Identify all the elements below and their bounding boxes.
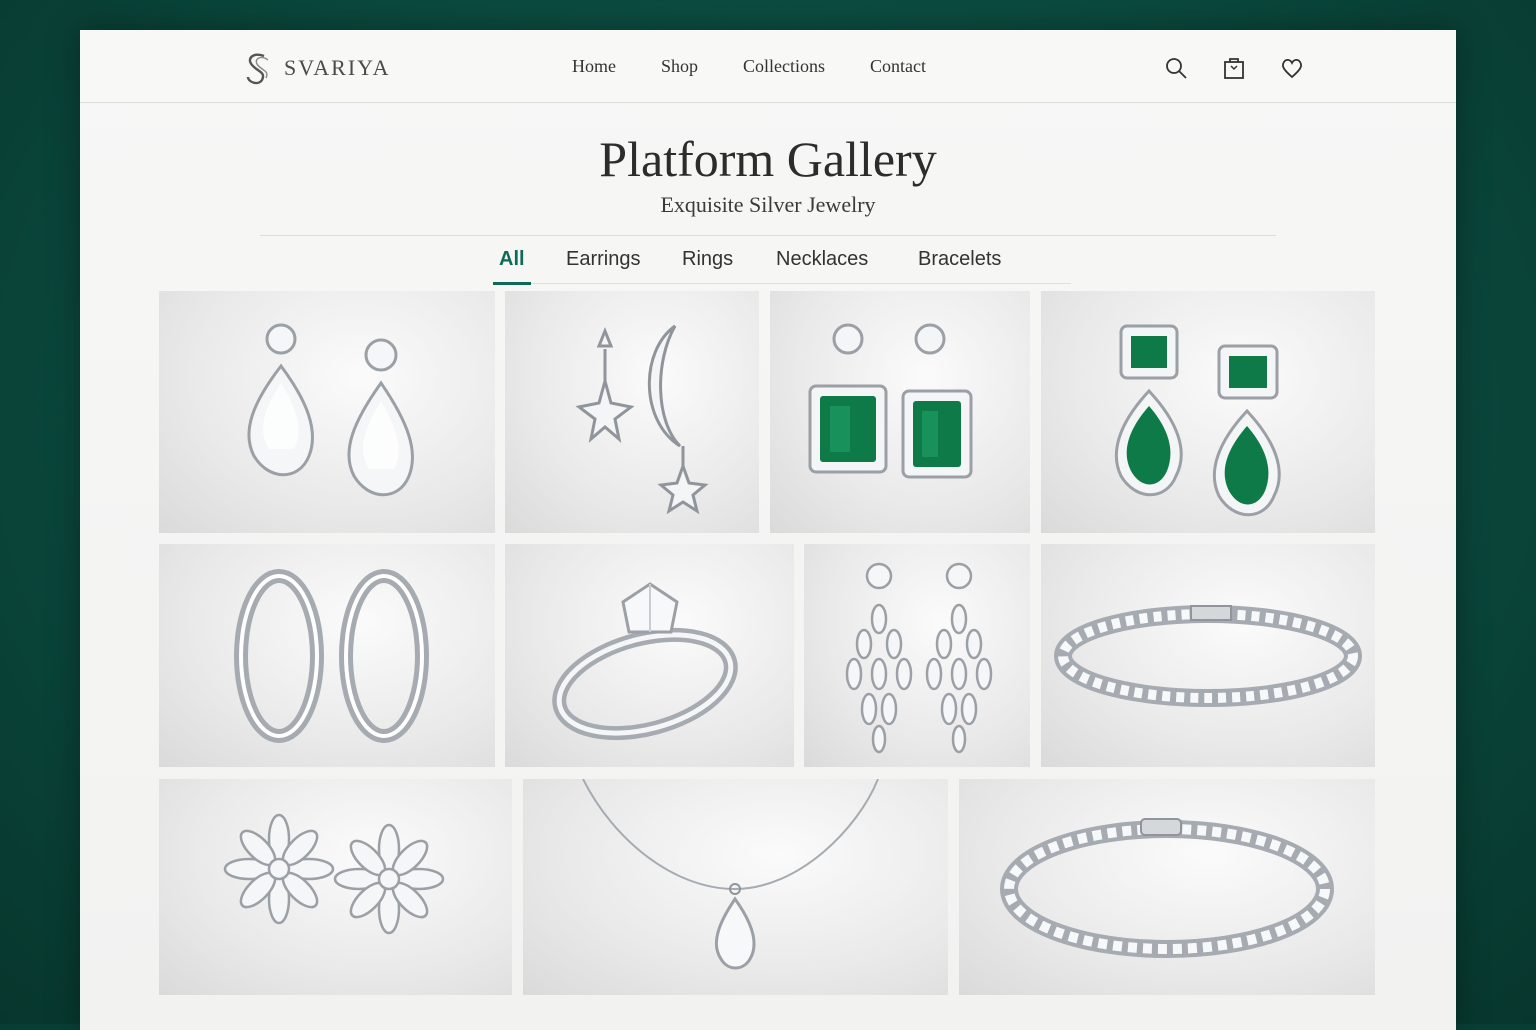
main-nav: Home Shop Collections Contact: [572, 56, 971, 77]
filter-divider: [531, 283, 1071, 284]
search-icon[interactable]: [1164, 56, 1188, 80]
emerald-earrings-image: [808, 323, 973, 479]
gallery-item-hoop-earrings[interactable]: [159, 544, 495, 767]
emerald-pear-earrings-image: [1114, 324, 1281, 517]
active-filter-indicator: [493, 282, 531, 285]
tennis-bracelet-image: [1054, 605, 1362, 707]
s-monogram-icon: [246, 53, 269, 85]
filter-earrings[interactable]: Earrings: [566, 248, 640, 271]
nav-home[interactable]: Home: [572, 56, 616, 77]
page-container: SVARIYA Home Shop Collections Contact Pl…: [80, 30, 1456, 1030]
gallery-item-emerald-pear-earrings[interactable]: [1041, 291, 1375, 533]
nav-shop[interactable]: Shop: [661, 56, 698, 77]
site-header: SVARIYA Home Shop Collections Contact: [80, 30, 1456, 103]
gallery-item-moon-star-earrings[interactable]: [505, 291, 759, 533]
gallery-item-flower-studs[interactable]: [159, 779, 512, 995]
pendant-necklace-image: [582, 779, 879, 970]
teardrop-earrings-image: [247, 323, 414, 497]
gallery-item-tennis-bracelet[interactable]: [1041, 544, 1375, 767]
filter-necklaces[interactable]: Necklaces: [776, 248, 868, 271]
filter-bracelets[interactable]: Bracelets: [918, 248, 1001, 271]
gallery-item-chandelier-earrings[interactable]: [804, 544, 1030, 767]
heart-icon[interactable]: [1280, 56, 1304, 80]
section-divider: [260, 235, 1276, 236]
hoop-earrings-image: [234, 569, 429, 743]
chandelier-earrings-image: [845, 562, 993, 754]
nav-collections[interactable]: Collections: [743, 56, 825, 77]
header-actions: [1164, 56, 1338, 80]
gallery-item-solitaire-ring[interactable]: [505, 544, 794, 767]
page-subtitle: Exquisite Silver Jewelry: [660, 192, 876, 217]
filter-all[interactable]: All: [499, 248, 525, 271]
nav-contact[interactable]: Contact: [870, 56, 926, 77]
gallery-item-pendant-necklace[interactable]: [523, 779, 948, 995]
gallery-item-round-tennis-bracelet[interactable]: [959, 779, 1375, 995]
moon-star-earrings-image: [575, 324, 709, 515]
gallery-item-teardrop-earrings[interactable]: [159, 291, 495, 533]
round-tennis-bracelet-image: [1000, 818, 1334, 958]
brand-logo[interactable]: SVARIYA: [240, 50, 391, 86]
brand-name: SVARIYA: [284, 55, 391, 80]
solitaire-ring-image: [552, 582, 738, 741]
filter-rings[interactable]: Rings: [682, 248, 733, 271]
flower-studs-image: [223, 813, 445, 935]
page-title: Platform Gallery: [599, 131, 937, 187]
bag-icon[interactable]: [1222, 56, 1246, 80]
gallery-item-emerald-earrings[interactable]: [770, 291, 1030, 533]
